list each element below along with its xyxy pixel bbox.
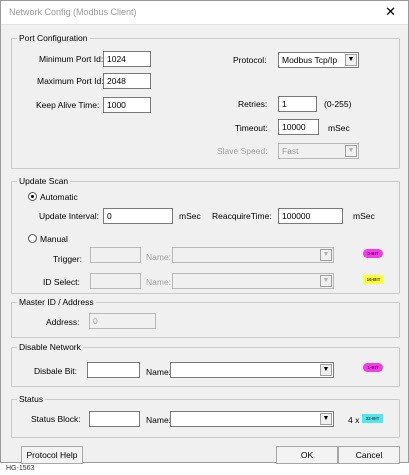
slave-speed-select[interactable]: Fast ▼ bbox=[278, 143, 359, 159]
status-multiplier: 4 x bbox=[348, 415, 360, 425]
trigger-bit-badge: 0-BIT bbox=[363, 249, 383, 258]
status-name-select[interactable]: ▼ bbox=[170, 411, 334, 427]
status-bit-badge: 32-BIT bbox=[362, 414, 383, 423]
network-config-dialog: Network Config (Modbus Client) ✕ Port Co… bbox=[0, 0, 409, 464]
master-id-legend: Master ID / Address bbox=[17, 297, 96, 307]
reacquire-unit: mSec bbox=[353, 211, 375, 221]
status-name-label: Name: bbox=[146, 415, 172, 425]
reacquire-label: ReacquireTime: bbox=[212, 211, 272, 221]
retries-range: (0-255) bbox=[324, 99, 352, 109]
automatic-radio[interactable] bbox=[28, 192, 37, 201]
status-legend: Status bbox=[17, 394, 46, 404]
timeout-input[interactable]: 10000 bbox=[278, 119, 319, 135]
chevron-down-icon[interactable]: ▼ bbox=[320, 413, 332, 425]
chevron-down-icon[interactable]: ▼ bbox=[320, 364, 332, 376]
title-bar: Network Config (Modbus Client) ✕ bbox=[1, 1, 408, 25]
disable-name-select[interactable]: ▼ bbox=[170, 362, 334, 378]
timeout-unit: mSec bbox=[328, 123, 350, 133]
close-icon[interactable]: ✕ bbox=[385, 4, 396, 20]
id-select-name-label: Name: bbox=[146, 277, 172, 287]
trigger-input[interactable] bbox=[90, 247, 141, 263]
address-input[interactable]: 0 bbox=[89, 313, 156, 329]
status-block-input[interactable] bbox=[89, 411, 140, 427]
chevron-down-icon[interactable]: ▼ bbox=[320, 275, 332, 287]
timeout-label: Timeout: bbox=[235, 123, 268, 133]
address-label: Address: bbox=[46, 317, 80, 327]
disable-bit-badge: 1-BIT bbox=[363, 363, 383, 372]
min-port-input[interactable]: 1024 bbox=[103, 51, 151, 67]
id-select-bit-badge: 16-BIT bbox=[363, 275, 384, 284]
disable-network-legend: Disable Network bbox=[17, 342, 83, 352]
protocol-help-button[interactable]: Protocol Help bbox=[21, 446, 83, 464]
keep-alive-label: Keep Alive Time: bbox=[36, 100, 100, 110]
keep-alive-input[interactable]: 1000 bbox=[103, 97, 151, 113]
trigger-label: Trigger: bbox=[53, 254, 82, 264]
trigger-name-label: Name: bbox=[146, 252, 172, 262]
id-select-input[interactable] bbox=[90, 273, 141, 289]
disable-name-label: Name: bbox=[146, 367, 172, 377]
id-select-name-select[interactable]: ▼ bbox=[172, 273, 334, 289]
update-scan-legend: Update Scan bbox=[17, 176, 71, 186]
id-select-label: ID Select: bbox=[43, 277, 80, 287]
port-config-legend: Port Configuration bbox=[17, 33, 90, 43]
disable-bit-label: Disbale Bit: bbox=[34, 366, 77, 376]
update-interval-label: Update Interval: bbox=[39, 211, 100, 221]
chevron-down-icon[interactable]: ▼ bbox=[345, 145, 357, 157]
manual-label: Manual bbox=[40, 234, 68, 244]
max-port-label: Maximum Port Id: bbox=[37, 76, 104, 86]
max-port-input[interactable]: 2048 bbox=[103, 73, 151, 89]
reacquire-input[interactable]: 100000 bbox=[278, 208, 343, 224]
manual-radio[interactable] bbox=[28, 234, 37, 243]
ok-button[interactable]: OK bbox=[276, 446, 338, 464]
chevron-down-icon[interactable]: ▼ bbox=[345, 54, 357, 66]
window-title: Network Config (Modbus Client) bbox=[9, 7, 137, 17]
update-interval-unit: mSec bbox=[179, 211, 201, 221]
automatic-label: Automatic bbox=[40, 192, 78, 202]
retries-label: Retries: bbox=[238, 99, 268, 109]
status-block-label: Status Block: bbox=[31, 414, 81, 424]
cancel-button[interactable]: Cancel bbox=[338, 446, 400, 464]
protocol-value: Modbus Tcp/Ip bbox=[282, 55, 338, 65]
chevron-down-icon[interactable]: ▼ bbox=[320, 249, 332, 261]
disable-bit-input[interactable] bbox=[87, 362, 140, 378]
protocol-select[interactable]: Modbus Tcp/Ip ▼ bbox=[278, 52, 359, 68]
trigger-name-select[interactable]: ▼ bbox=[172, 247, 334, 263]
figure-code: HG-1563 bbox=[6, 465, 35, 472]
update-interval-input[interactable]: 0 bbox=[103, 208, 173, 224]
slave-speed-value: Fast bbox=[282, 146, 299, 156]
retries-input[interactable]: 1 bbox=[278, 96, 317, 112]
protocol-label: Protocol: bbox=[233, 55, 267, 65]
min-port-label: Minimum Port Id: bbox=[39, 54, 104, 64]
slave-speed-label: Slave Speed: bbox=[217, 146, 268, 156]
